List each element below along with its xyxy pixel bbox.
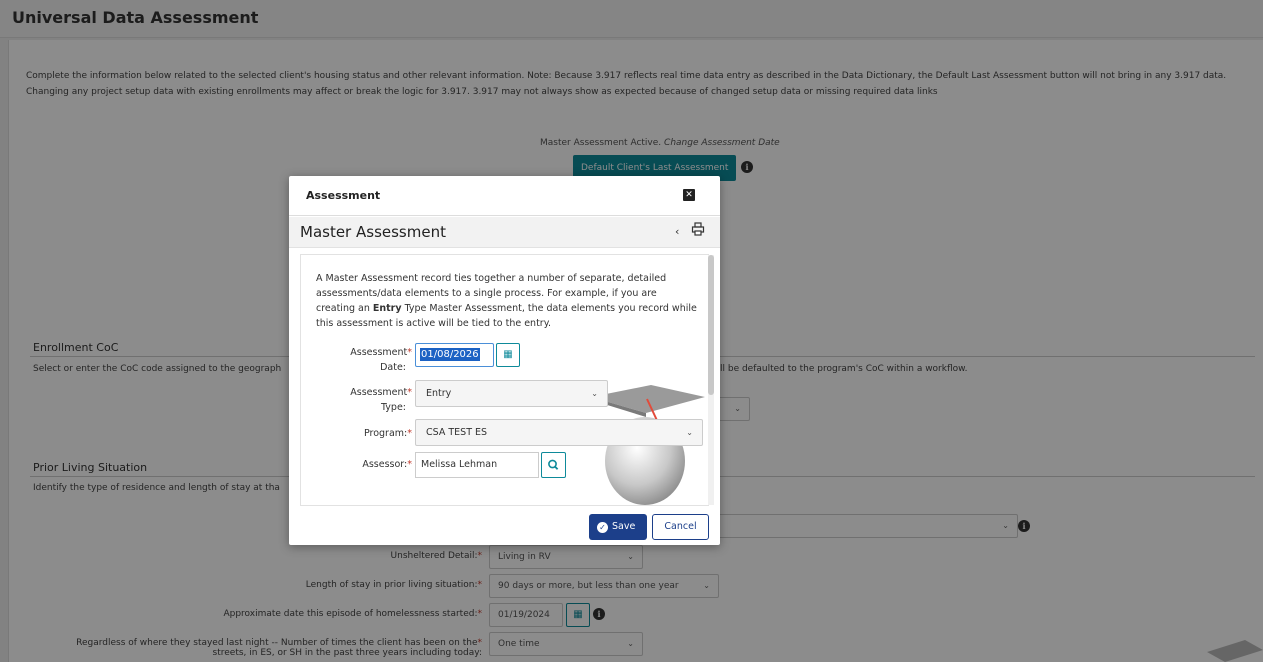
close-icon[interactable]: ✕ [683,189,695,201]
date-value: 01/08/2026 [420,348,480,361]
master-assessment-description: A Master Assessment record ties together… [316,271,708,331]
assessment-date-input[interactable]: 01/08/2026 [415,343,494,367]
save-button[interactable]: ✓ Save [589,514,647,540]
assessment-date-label: Assessment* Date: [326,345,412,375]
modal-header: Assessment ✕ [289,176,720,216]
check-circle-icon: ✓ [597,522,608,533]
cancel-button[interactable]: Cancel [652,514,709,540]
assessment-type-select[interactable]: Entry ⌄ [415,380,608,407]
modal-body: A Master Assessment record ties together… [300,254,709,506]
desc-text: Type Master Assessment, the data element… [401,303,697,314]
modal-subheader: Master Assessment ‹ [289,217,720,248]
label-text: Assessment [350,347,408,358]
modal-title: Assessment [306,189,381,202]
label-text-2: Type: [380,402,406,413]
modal-scrollbar[interactable] [708,255,714,505]
print-icon[interactable] [691,222,705,236]
assessor-input[interactable]: Melissa Lehman [415,452,539,478]
desc-text: creating an [316,303,373,314]
required-marker: * [407,459,412,470]
calendar-icon[interactable]: ▦ [496,343,520,367]
label-text: Program: [363,428,408,439]
assessor-label: Assessor:* [326,457,412,472]
desc-line: this assessment is active will be tied t… [316,318,551,329]
required-marker: * [407,347,412,358]
save-label: Save [612,521,636,532]
desc-line: assessments/data elements to a single pr… [316,288,657,299]
required-marker: * [407,387,412,398]
back-chevron-icon[interactable]: ‹ [675,225,679,238]
chevron-down-icon: ⌄ [686,428,693,437]
assessment-modal: Assessment ✕ Master Assessment ‹ A Maste… [289,176,720,545]
label-text-2: Date: [380,362,406,373]
select-value: CSA TEST ES [426,427,488,438]
assessment-type-label: Assessment* Type: [326,385,412,415]
master-assessment-title: Master Assessment [300,223,446,241]
label-text: Assessment [350,387,408,398]
chevron-down-icon: ⌄ [591,389,598,398]
program-label: Program:* [326,426,412,441]
search-icon [548,459,559,470]
program-select[interactable]: CSA TEST ES ⌄ [415,419,703,446]
label-text: Assessor: [362,459,408,470]
select-value: Entry [426,388,452,399]
search-button[interactable] [541,452,566,478]
scrollbar-thumb[interactable] [708,255,714,395]
desc-line: creating an Entry Type Master Assessment… [316,301,708,316]
desc-bold: Entry [372,303,402,314]
required-marker: * [407,428,412,439]
desc-line: A Master Assessment record ties together… [316,273,667,284]
